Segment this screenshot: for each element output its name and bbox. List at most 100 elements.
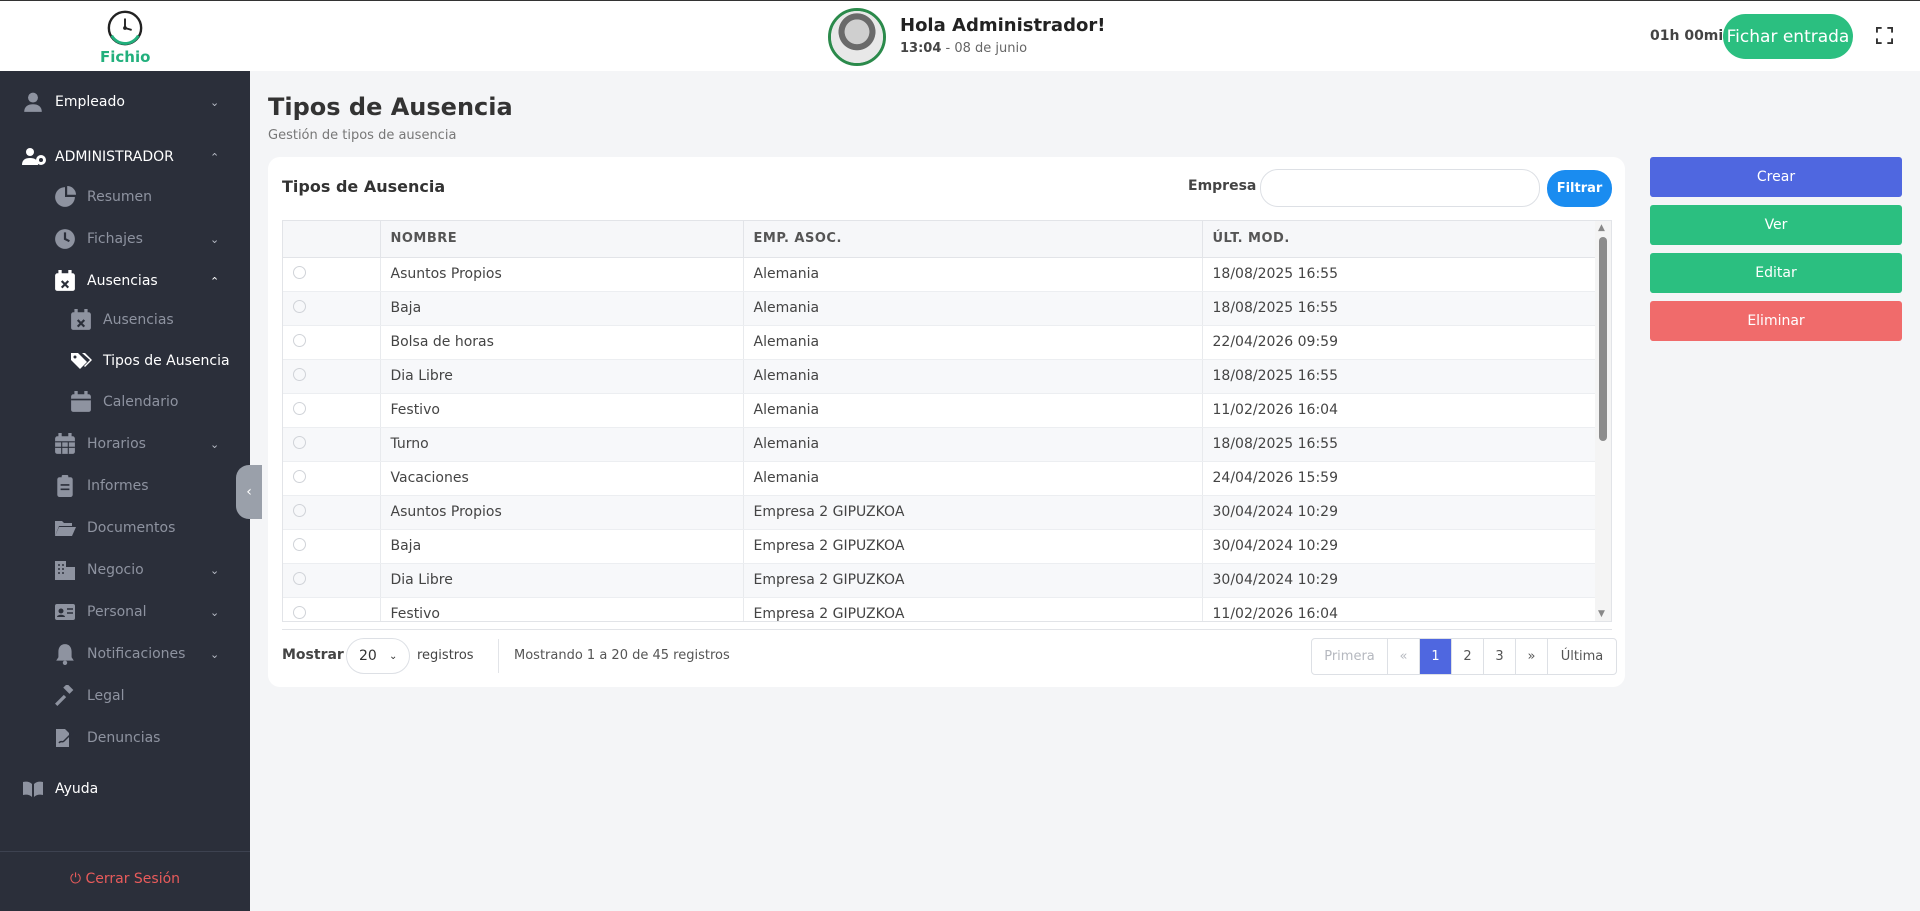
row-select-cell[interactable] bbox=[283, 291, 381, 326]
row-select-cell[interactable] bbox=[283, 461, 381, 496]
sidebar-item-notificaciones[interactable]: Notificaciones ⌄ bbox=[0, 636, 250, 672]
clock-in-button[interactable]: Fichar entrada bbox=[1723, 14, 1853, 59]
row-radio[interactable] bbox=[293, 367, 306, 381]
filter-button[interactable]: Filtrar bbox=[1547, 170, 1612, 207]
sidebar-divider bbox=[0, 851, 250, 852]
sidebar-item-label: ADMINISTRADOR bbox=[55, 149, 174, 165]
table-row[interactable]: Festivo Alemania 11/02/2026 16:04 bbox=[283, 393, 1598, 428]
company-filter-input[interactable] bbox=[1260, 169, 1540, 207]
column-header-nombre[interactable]: NOMBRE bbox=[380, 221, 744, 258]
calendar-x-icon bbox=[55, 270, 75, 291]
sidebar-item-ausencias[interactable]: Ausencias bbox=[0, 302, 250, 338]
row-radio[interactable] bbox=[293, 537, 306, 551]
row-radio[interactable] bbox=[293, 299, 306, 313]
row-select-cell[interactable] bbox=[283, 495, 381, 530]
sidebar-item-label: Notificaciones bbox=[87, 646, 186, 662]
show-label: Mostrar bbox=[282, 647, 344, 663]
table-row[interactable]: Baja Empresa 2 GIPUZKOA 30/04/2024 10:29 bbox=[283, 529, 1598, 564]
table-row[interactable]: Bolsa de horas Alemania 22/04/2026 09:59 bbox=[283, 325, 1598, 360]
cell-ultima-modificacion: 18/08/2025 16:55 bbox=[1202, 257, 1598, 292]
pager-last[interactable]: Última bbox=[1548, 639, 1616, 674]
footer-separator bbox=[498, 639, 499, 673]
sidebar-item-informes[interactable]: Informes bbox=[0, 468, 250, 504]
chevron-left-icon: ‹ bbox=[246, 484, 252, 500]
greeting-title: Hola Administrador! bbox=[900, 15, 1106, 36]
row-radio[interactable] bbox=[293, 469, 306, 483]
sidebar-item-tipos-de-ausencia[interactable]: Tipos de Ausencia bbox=[0, 343, 250, 379]
cell-ultima-modificacion: 11/02/2026 16:04 bbox=[1202, 597, 1598, 621]
sidebar-item-horarios[interactable]: Horarios ⌄ bbox=[0, 426, 250, 462]
table-row[interactable]: Asuntos Propios Empresa 2 GIPUZKOA 30/04/2… bbox=[283, 495, 1598, 530]
app-logo[interactable]: Fichio bbox=[100, 9, 150, 67]
sidebar-item-ayuda[interactable]: Ayuda bbox=[0, 771, 250, 807]
scroll-up-icon[interactable]: ▲ bbox=[1598, 223, 1605, 233]
row-select-cell[interactable] bbox=[283, 257, 381, 292]
scrollbar-thumb[interactable] bbox=[1599, 237, 1607, 441]
cell-nombre: Festivo bbox=[380, 597, 744, 621]
page-size-select[interactable]: 20 ⌄ bbox=[346, 638, 410, 674]
view-button[interactable]: Ver bbox=[1650, 205, 1902, 245]
cell-empresa: Alemania bbox=[743, 393, 1203, 428]
delete-button[interactable]: Eliminar bbox=[1650, 301, 1902, 341]
logout-button[interactable]: ⏻ Cerrar Sesión bbox=[0, 871, 250, 887]
sidebar-item-legal[interactable]: Legal bbox=[0, 678, 250, 714]
pager-previous[interactable]: « bbox=[1388, 639, 1420, 674]
cell-empresa: Alemania bbox=[743, 291, 1203, 326]
table-row[interactable]: Festivo Empresa 2 GIPUZKOA 11/02/2026 16:0… bbox=[283, 597, 1598, 621]
file-signature-icon bbox=[56, 729, 74, 747]
gavel-icon bbox=[55, 685, 74, 706]
pager-page-1[interactable]: 1 bbox=[1420, 639, 1452, 674]
row-select-cell[interactable] bbox=[283, 427, 381, 462]
row-radio[interactable] bbox=[293, 265, 306, 279]
sidebar-item-resumen[interactable]: Resumen bbox=[0, 179, 250, 215]
table-row[interactable]: Vacaciones Alemania 24/04/2026 15:59 bbox=[283, 461, 1598, 496]
row-select-cell[interactable] bbox=[283, 325, 381, 360]
row-select-cell[interactable] bbox=[283, 393, 381, 428]
row-radio[interactable] bbox=[293, 333, 306, 347]
table-row[interactable]: Baja Alemania 18/08/2025 16:55 bbox=[283, 291, 1598, 326]
footer-divider bbox=[282, 629, 1612, 630]
row-radio[interactable] bbox=[293, 571, 306, 585]
row-select-cell[interactable] bbox=[283, 563, 381, 598]
row-radio[interactable] bbox=[293, 435, 306, 449]
sidebar-item-fichajes[interactable]: Fichajes ⌄ bbox=[0, 221, 250, 257]
sidebar-item-denuncias[interactable]: Denuncias bbox=[0, 720, 250, 756]
sidebar-item-personal[interactable]: Personal ⌄ bbox=[0, 594, 250, 630]
cell-empresa: Empresa 2 GIPUZKOA bbox=[743, 597, 1203, 621]
table-row[interactable]: Dia Libre Alemania 18/08/2025 16:55 bbox=[283, 359, 1598, 394]
table-row[interactable]: Asuntos Propios Alemania 18/08/2025 16:55 bbox=[283, 257, 1598, 292]
column-header-empresa[interactable]: EMP. ASOC. bbox=[743, 221, 1203, 258]
scroll-down-icon[interactable]: ▼ bbox=[1598, 609, 1605, 619]
fullscreen-icon[interactable] bbox=[1876, 27, 1893, 44]
page-size-value: 20 bbox=[359, 648, 377, 664]
row-radio[interactable] bbox=[293, 605, 306, 619]
sidebar-item-calendario[interactable]: Calendario bbox=[0, 384, 250, 420]
pager-page-2[interactable]: 2 bbox=[1452, 639, 1484, 674]
sidebar-item-empleado[interactable]: Empleado ⌄ bbox=[0, 84, 250, 120]
pager-page-3[interactable]: 3 bbox=[1484, 639, 1516, 674]
row-radio[interactable] bbox=[293, 503, 306, 517]
table-row[interactable]: Turno Alemania 18/08/2025 16:55 bbox=[283, 427, 1598, 462]
cell-ultima-modificacion: 18/08/2025 16:55 bbox=[1202, 359, 1598, 394]
records-label: registros bbox=[417, 648, 474, 663]
pager-next[interactable]: » bbox=[1516, 639, 1548, 674]
edit-button[interactable]: Editar bbox=[1650, 253, 1902, 293]
create-button[interactable]: Crear bbox=[1650, 157, 1902, 197]
chevron-down-icon: ⌄ bbox=[210, 605, 220, 619]
chevron-up-icon: ⌃ bbox=[210, 150, 220, 164]
cell-ultima-modificacion: 24/04/2026 15:59 bbox=[1202, 461, 1598, 496]
row-radio[interactable] bbox=[293, 401, 306, 415]
row-select-cell[interactable] bbox=[283, 529, 381, 564]
row-select-cell[interactable] bbox=[283, 359, 381, 394]
avatar[interactable] bbox=[828, 8, 886, 66]
sidebar-item-documentos[interactable]: Documentos bbox=[0, 510, 250, 546]
column-header-ultima-modificacion[interactable]: ÚLT. MOD. bbox=[1202, 221, 1598, 258]
sidebar-item-ausencias-group[interactable]: Ausencias ⌃ bbox=[0, 263, 250, 299]
sidebar-item-administrador[interactable]: ADMINISTRADOR ⌃ bbox=[0, 139, 250, 175]
pager-first[interactable]: Primera bbox=[1312, 639, 1388, 674]
table-row[interactable]: Dia Libre Empresa 2 GIPUZKOA 30/04/2024 10… bbox=[283, 563, 1598, 598]
sidebar-collapse-handle[interactable]: ‹ bbox=[236, 465, 262, 519]
sidebar-item-negocio[interactable]: Negocio ⌄ bbox=[0, 552, 250, 588]
table-scrollbar[interactable]: ▲ ▼ bbox=[1595, 221, 1611, 621]
row-select-cell[interactable] bbox=[283, 597, 381, 621]
